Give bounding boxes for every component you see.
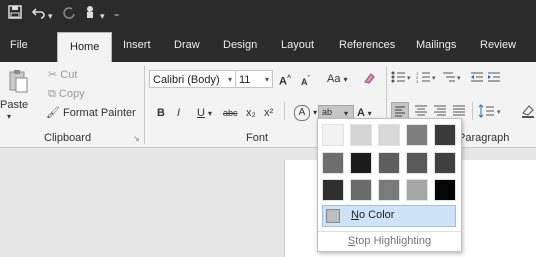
chevron-down-icon: ▾ <box>264 75 269 84</box>
tab-file[interactable]: File <box>10 37 28 53</box>
color-swatch[interactable] <box>434 152 456 174</box>
chevron-down-icon: ▾ <box>227 75 232 84</box>
tab-mailings[interactable]: Mailings <box>416 37 456 53</box>
no-color-label: No Color <box>351 209 395 221</box>
color-swatch[interactable] <box>406 179 428 201</box>
no-color-menu-item[interactable]: No Color <box>322 205 456 227</box>
paragraph-group-label: Paragraph <box>458 132 510 144</box>
font-group-label: Font <box>246 132 269 144</box>
decrease-indent-icon[interactable] <box>470 71 484 87</box>
separator <box>472 102 473 120</box>
stop-highlighting-label: top Highlighting <box>355 235 432 247</box>
copy-button[interactable]: ⧉ Copy <box>48 87 85 101</box>
superscript-button[interactable]: x² <box>264 106 273 120</box>
numbering-icon[interactable]: 1 2 3 ▾ <box>416 71 438 87</box>
color-swatch[interactable] <box>350 124 372 146</box>
undo-icon[interactable] <box>31 5 46 23</box>
svg-text:▾: ▾ <box>432 75 436 82</box>
underline-button[interactable]: U ▾ <box>197 106 212 121</box>
tab-references[interactable]: References <box>339 37 395 53</box>
paste-dropdown-icon[interactable]: ▾ <box>7 110 11 124</box>
paste-button[interactable]: Paste <box>0 98 28 112</box>
ribbon-tabs: File Home Insert Draw Design Layout Refe… <box>0 28 536 63</box>
stop-highlighting-menu-item[interactable]: Stop Highlighting <box>318 231 461 250</box>
highlight-color-menu: No Color Stop Highlighting <box>317 118 462 252</box>
color-swatch[interactable] <box>322 152 344 174</box>
redo-icon[interactable] <box>62 5 76 23</box>
svg-text:▾: ▾ <box>497 109 501 116</box>
multilevel-list-icon[interactable]: ▾ <box>441 71 463 87</box>
customize-icon[interactable]: ₌ <box>114 6 119 24</box>
save-icon[interactable] <box>8 5 22 23</box>
color-swatch[interactable] <box>350 179 372 201</box>
change-case-label: Aa <box>327 73 341 85</box>
color-swatch[interactable] <box>322 124 344 146</box>
strikethrough-button[interactable]: abc <box>223 106 238 120</box>
brush-icon: 🖌 <box>46 107 60 119</box>
quick-access-toolbar: ▾ ▾ ₌ <box>0 0 536 28</box>
tab-layout[interactable]: Layout <box>281 37 314 53</box>
grow-font-label: A <box>279 75 287 88</box>
cut-label: Cut <box>60 69 78 81</box>
color-swatch[interactable] <box>378 124 400 146</box>
font-size-combo[interactable]: 11 ▾ <box>235 70 273 88</box>
copy-label: Copy <box>58 88 85 100</box>
color-swatch[interactable] <box>350 152 372 174</box>
tab-home[interactable]: Home <box>57 32 113 63</box>
bold-button[interactable]: B <box>157 106 165 120</box>
color-swatch[interactable] <box>378 152 400 174</box>
align-left-icon <box>395 106 405 117</box>
separator <box>144 66 145 144</box>
shading-icon[interactable] <box>520 103 536 123</box>
line-spacing-icon[interactable]: ▾ <box>478 103 504 123</box>
subscript-button[interactable]: x₂ <box>246 106 256 120</box>
color-swatch[interactable] <box>406 124 428 146</box>
format-painter-label: Format Painter <box>63 107 136 119</box>
touch-mode-icon[interactable] <box>84 5 96 23</box>
scissors-icon: ✂ <box>48 69 58 81</box>
cut-button[interactable]: ✂ Cut <box>48 68 77 82</box>
grow-font-button[interactable]: A^ <box>279 72 291 89</box>
undo-dropdown-icon[interactable]: ▾ <box>48 7 53 25</box>
clipboard-launcher-icon[interactable]: ↘ <box>133 132 140 146</box>
format-painter-button[interactable]: 🖌 Format Painter <box>46 106 136 120</box>
tab-review[interactable]: Review <box>480 37 516 53</box>
font-name-value: Calibri (Body) <box>153 74 220 86</box>
separator <box>284 102 285 120</box>
color-swatch[interactable] <box>434 124 456 146</box>
copy-icon: ⧉ <box>48 88 56 100</box>
svg-text:▾: ▾ <box>457 75 461 82</box>
tab-design[interactable]: Design <box>223 37 257 53</box>
no-color-swatch <box>326 209 340 223</box>
color-swatch[interactable] <box>378 179 400 201</box>
paste-icon[interactable] <box>8 68 28 98</box>
svg-text:3: 3 <box>416 79 419 83</box>
text-effects-button[interactable]: A ▾ <box>294 105 317 121</box>
bullets-icon[interactable]: ▾ <box>391 71 413 87</box>
font-size-value: 11 <box>239 74 251 86</box>
tab-draw[interactable]: Draw <box>174 37 200 53</box>
clipboard-group-label: Clipboard <box>44 132 92 144</box>
italic-button[interactable]: I <box>177 106 180 120</box>
underline-label: U <box>197 107 205 119</box>
clear-formatting-icon[interactable] <box>362 71 376 89</box>
text-effects-icon: A <box>294 105 310 121</box>
tab-insert[interactable]: Insert <box>123 37 151 53</box>
highlighter-icon: ab <box>322 107 333 117</box>
color-swatch[interactable] <box>322 179 344 201</box>
font-name-combo[interactable]: Calibri (Body) ▾ <box>149 70 236 88</box>
increase-indent-icon[interactable] <box>487 71 501 87</box>
touch-dropdown-icon[interactable]: ▾ <box>100 7 105 25</box>
svg-text:▾: ▾ <box>407 75 411 82</box>
color-swatch[interactable] <box>406 152 428 174</box>
change-case-button[interactable]: Aa ▾ <box>327 72 348 87</box>
color-swatch[interactable] <box>434 179 456 201</box>
shrink-font-button[interactable]: Aˇ <box>301 73 310 89</box>
